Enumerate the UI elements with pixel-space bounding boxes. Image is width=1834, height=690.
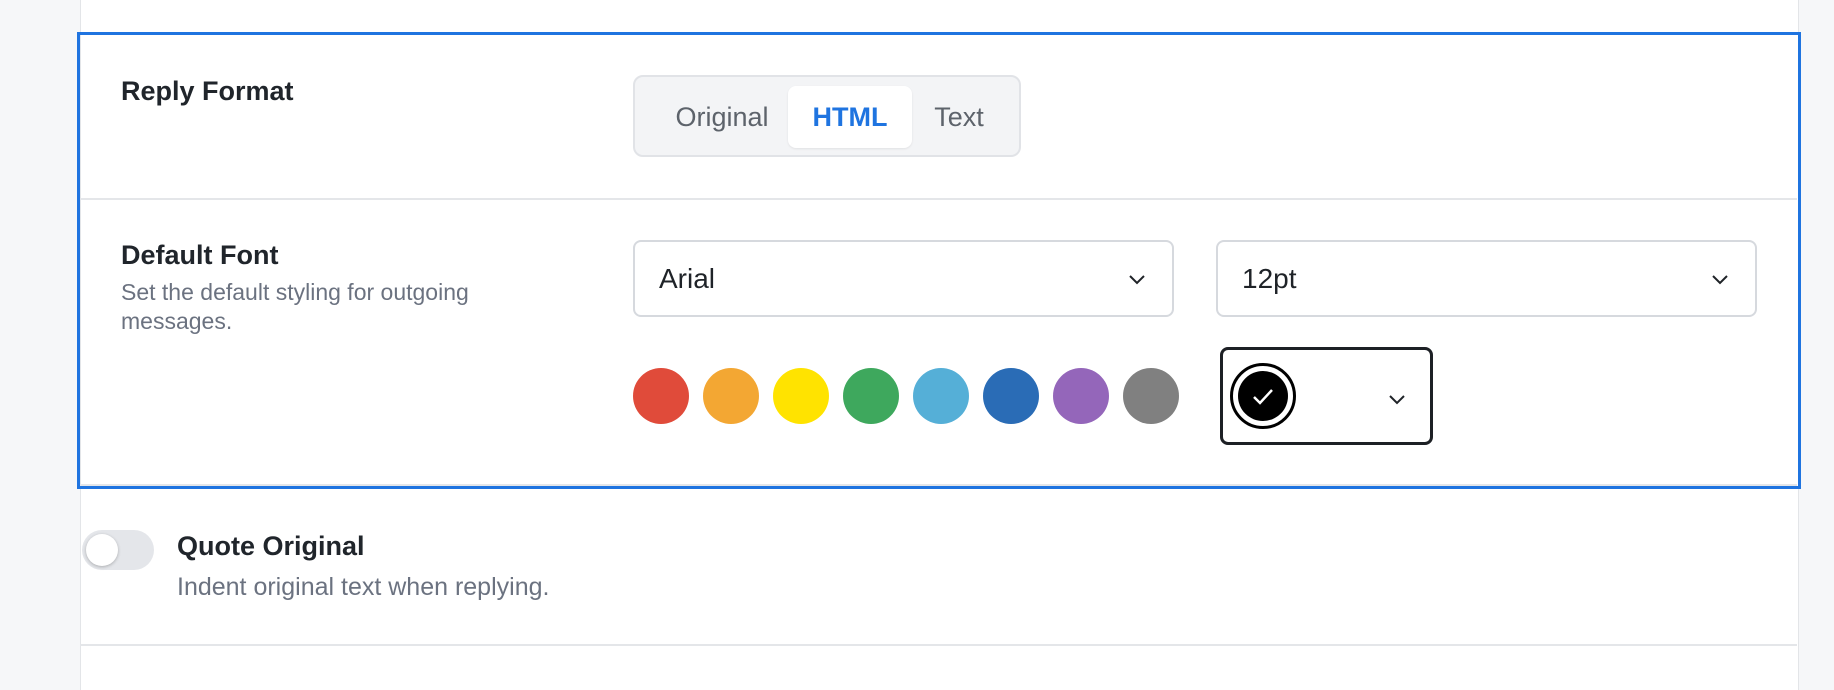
- reply-format-title: Reply Format: [121, 76, 294, 106]
- checkmark-icon: [1253, 389, 1273, 405]
- reply-format-option-html[interactable]: HTML: [788, 86, 912, 148]
- custom-color-picker[interactable]: [1220, 347, 1433, 445]
- chevron-down-icon: [1712, 275, 1728, 285]
- quote-original-description: Indent original text when replying.: [177, 573, 550, 601]
- section-divider: [80, 644, 1797, 646]
- color-swatch-yellow[interactable]: [773, 368, 829, 424]
- section-divider: [80, 484, 1797, 486]
- toggle-knob: [86, 534, 118, 566]
- chevron-down-icon: [1389, 395, 1405, 405]
- color-swatch-green[interactable]: [843, 368, 899, 424]
- font-family-select[interactable]: Arial: [633, 240, 1174, 317]
- color-swatch-light-blue[interactable]: [913, 368, 969, 424]
- default-font-description: Set the default styling for outgoing mes…: [121, 279, 469, 334]
- font-size-value: 12pt: [1242, 263, 1297, 294]
- color-swatch-orange[interactable]: [703, 368, 759, 424]
- color-swatch-purple[interactable]: [1053, 368, 1109, 424]
- color-swatch-gray[interactable]: [1123, 368, 1179, 424]
- color-swatch-red[interactable]: [633, 368, 689, 424]
- quote-original-title: Quote Original: [177, 531, 365, 561]
- chevron-down-icon: [1129, 275, 1145, 285]
- selected-color-ring: [1230, 363, 1296, 429]
- reply-format-option-text[interactable]: Text: [914, 86, 1004, 148]
- default-font-title: Default Font: [121, 240, 279, 270]
- section-divider: [80, 198, 1797, 200]
- font-family-value: Arial: [659, 263, 716, 294]
- quote-original-toggle[interactable]: [82, 530, 154, 570]
- reply-format-segmented-control: Original HTML Text: [633, 75, 1021, 157]
- selected-color-swatch: [1238, 371, 1288, 421]
- font-size-select[interactable]: 12pt: [1216, 240, 1757, 317]
- color-swatch-blue[interactable]: [983, 368, 1039, 424]
- reply-format-option-original[interactable]: Original: [657, 86, 787, 148]
